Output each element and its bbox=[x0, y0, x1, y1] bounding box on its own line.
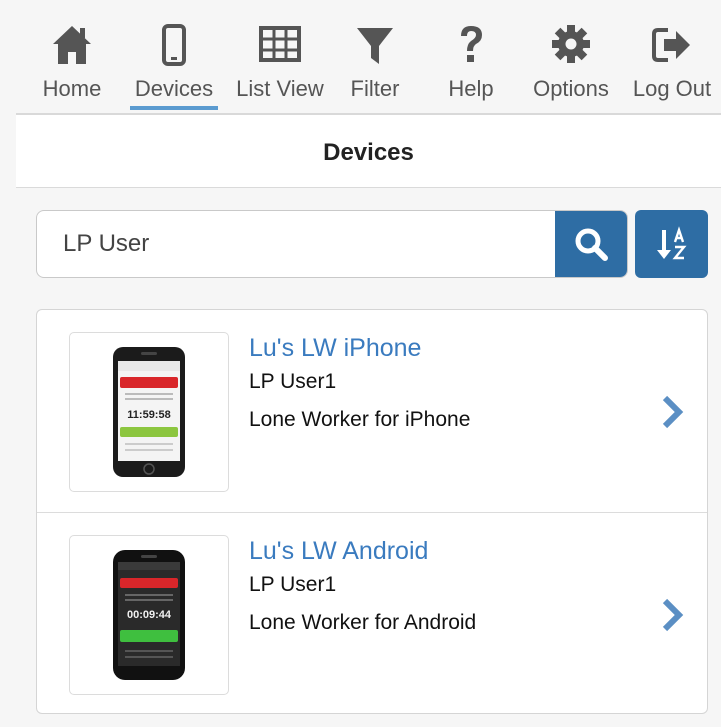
nav-options[interactable]: Options bbox=[526, 20, 616, 110]
device-row[interactable]: 11:59:58 Lu's LW iPhone LP User1 Lone Wo… bbox=[37, 310, 707, 513]
phone-timer: 00:09:44 bbox=[127, 609, 172, 621]
top-nav: Home Devices List View Filter Help Optio… bbox=[0, 0, 721, 114]
nav-label: Filter bbox=[350, 76, 400, 101]
nav-label: Home bbox=[42, 76, 102, 101]
device-list: 11:59:58 Lu's LW iPhone LP User1 Lone Wo… bbox=[36, 309, 708, 714]
nav-label: Log Out bbox=[632, 76, 712, 101]
nav-home[interactable]: Home bbox=[36, 20, 108, 110]
sort-alpha-icon bbox=[656, 226, 687, 260]
device-thumbnail: 11:59:58 bbox=[69, 332, 229, 492]
phone-timer: 11:59:58 bbox=[127, 409, 170, 421]
search-box bbox=[36, 210, 628, 278]
search-icon bbox=[575, 228, 608, 261]
nav-devices[interactable]: Devices bbox=[128, 20, 220, 110]
device-type: Lone Worker for Android bbox=[249, 611, 477, 634]
nav-label: Options bbox=[533, 76, 609, 101]
iphone-image: 11:59:58 bbox=[113, 347, 185, 477]
search-button[interactable] bbox=[555, 211, 627, 277]
chevron-right-icon[interactable] bbox=[661, 394, 685, 430]
nav-filter[interactable]: Filter bbox=[342, 20, 408, 110]
nav-label: List View bbox=[236, 76, 324, 101]
device-type: Lone Worker for iPhone bbox=[249, 408, 471, 431]
title-bar: Devices bbox=[16, 115, 721, 188]
logout-icon bbox=[650, 20, 694, 72]
filter-icon bbox=[353, 20, 397, 72]
device-name-link[interactable]: Lu's LW iPhone bbox=[249, 334, 421, 363]
grid-icon bbox=[258, 20, 302, 72]
question-icon bbox=[449, 20, 493, 72]
nav-logout[interactable]: Log Out bbox=[627, 20, 717, 110]
active-tab-indicator bbox=[130, 106, 218, 110]
nav-list-view[interactable]: List View bbox=[228, 20, 332, 110]
android-phone-image: 00:09:44 bbox=[113, 550, 185, 680]
mobile-icon bbox=[152, 20, 196, 72]
page-title: Devices bbox=[323, 139, 414, 166]
device-name-link[interactable]: Lu's LW Android bbox=[249, 537, 428, 566]
device-row[interactable]: 00:09:44 Lu's LW Android LP User1 Lone W… bbox=[37, 513, 707, 716]
nav-label: Devices bbox=[134, 76, 214, 101]
device-thumbnail: 00:09:44 bbox=[69, 535, 229, 695]
home-icon bbox=[50, 20, 94, 72]
gear-icon bbox=[549, 20, 593, 72]
device-user: LP User1 bbox=[249, 370, 337, 393]
search-input[interactable] bbox=[37, 211, 557, 277]
sort-button[interactable] bbox=[635, 210, 708, 278]
nav-label: Help bbox=[448, 76, 494, 101]
chevron-right-icon[interactable] bbox=[661, 597, 685, 633]
device-user: LP User1 bbox=[249, 573, 337, 596]
nav-help[interactable]: Help bbox=[440, 20, 502, 110]
